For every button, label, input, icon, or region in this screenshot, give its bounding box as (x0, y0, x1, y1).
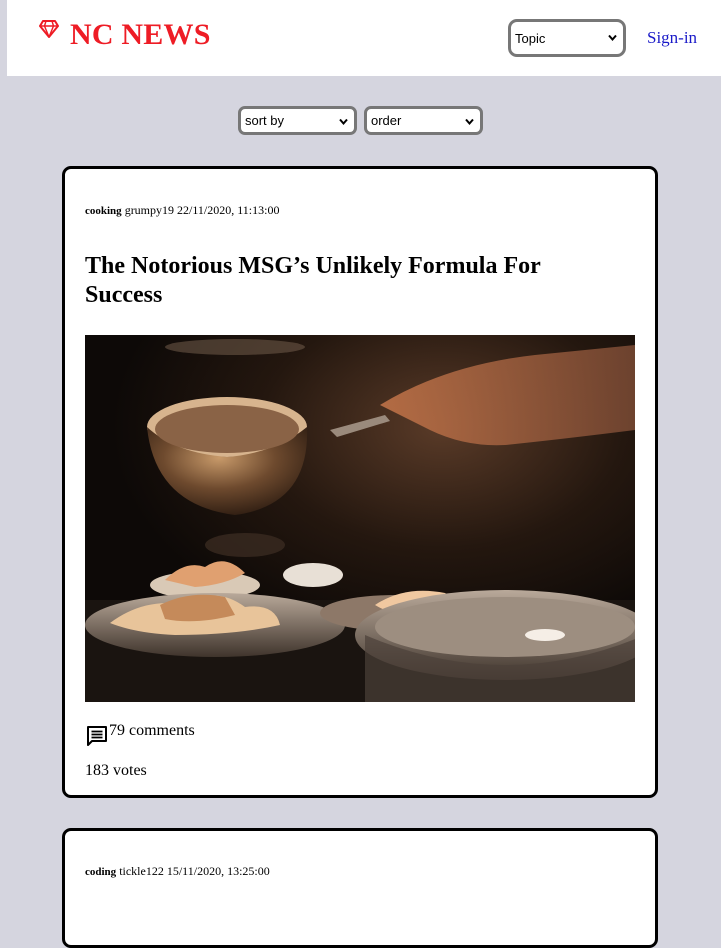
signin-link[interactable]: Sign-in (647, 28, 697, 48)
article-title[interactable]: The Notorious MSG’s Unlikely Formula For… (85, 252, 605, 310)
order-value: order (371, 113, 402, 128)
site-logo[interactable]: NC NEWS (39, 18, 211, 52)
cooking-photo (85, 335, 635, 702)
article-image (85, 335, 635, 702)
article-card[interactable]: coding tickle122 15/11/2020, 13:25:00 (62, 828, 658, 948)
vote-count: 183 votes (85, 762, 147, 779)
comment-icon (87, 726, 107, 746)
comments-link[interactable]: 79 comments (85, 722, 195, 748)
topic-select-value: Topic (515, 30, 546, 46)
chevron-down-icon (608, 34, 617, 42)
sort-controls: sort by order (238, 106, 483, 135)
article-date: 15/11/2020, 13:25:00 (166, 864, 270, 878)
topic-select[interactable]: Topic (508, 19, 626, 57)
article-author: tickle122 (119, 864, 164, 878)
comment-count: 79 comments (109, 722, 195, 739)
gem-icon (39, 20, 59, 38)
brand-name: NC NEWS (70, 18, 211, 51)
chevron-down-icon (339, 118, 348, 126)
article-topic[interactable]: coding (85, 866, 116, 878)
sort-by-value: sort by (245, 113, 285, 128)
chevron-down-icon (465, 118, 474, 126)
site-header: NC NEWS Topic Sign-in (7, 0, 721, 76)
article-card[interactable]: cooking grumpy19 22/11/2020, 11:13:00 Th… (62, 166, 658, 798)
article-meta: cooking grumpy19 22/11/2020, 11:13:00 (85, 203, 279, 218)
sort-by-select[interactable]: sort by (238, 106, 357, 135)
article-topic[interactable]: cooking (85, 205, 122, 217)
article-date: 22/11/2020, 11:13:00 (177, 203, 280, 217)
article-meta: coding tickle122 15/11/2020, 13:25:00 (85, 864, 270, 879)
article-author: grumpy19 (124, 203, 175, 217)
order-select[interactable]: order (364, 106, 483, 135)
